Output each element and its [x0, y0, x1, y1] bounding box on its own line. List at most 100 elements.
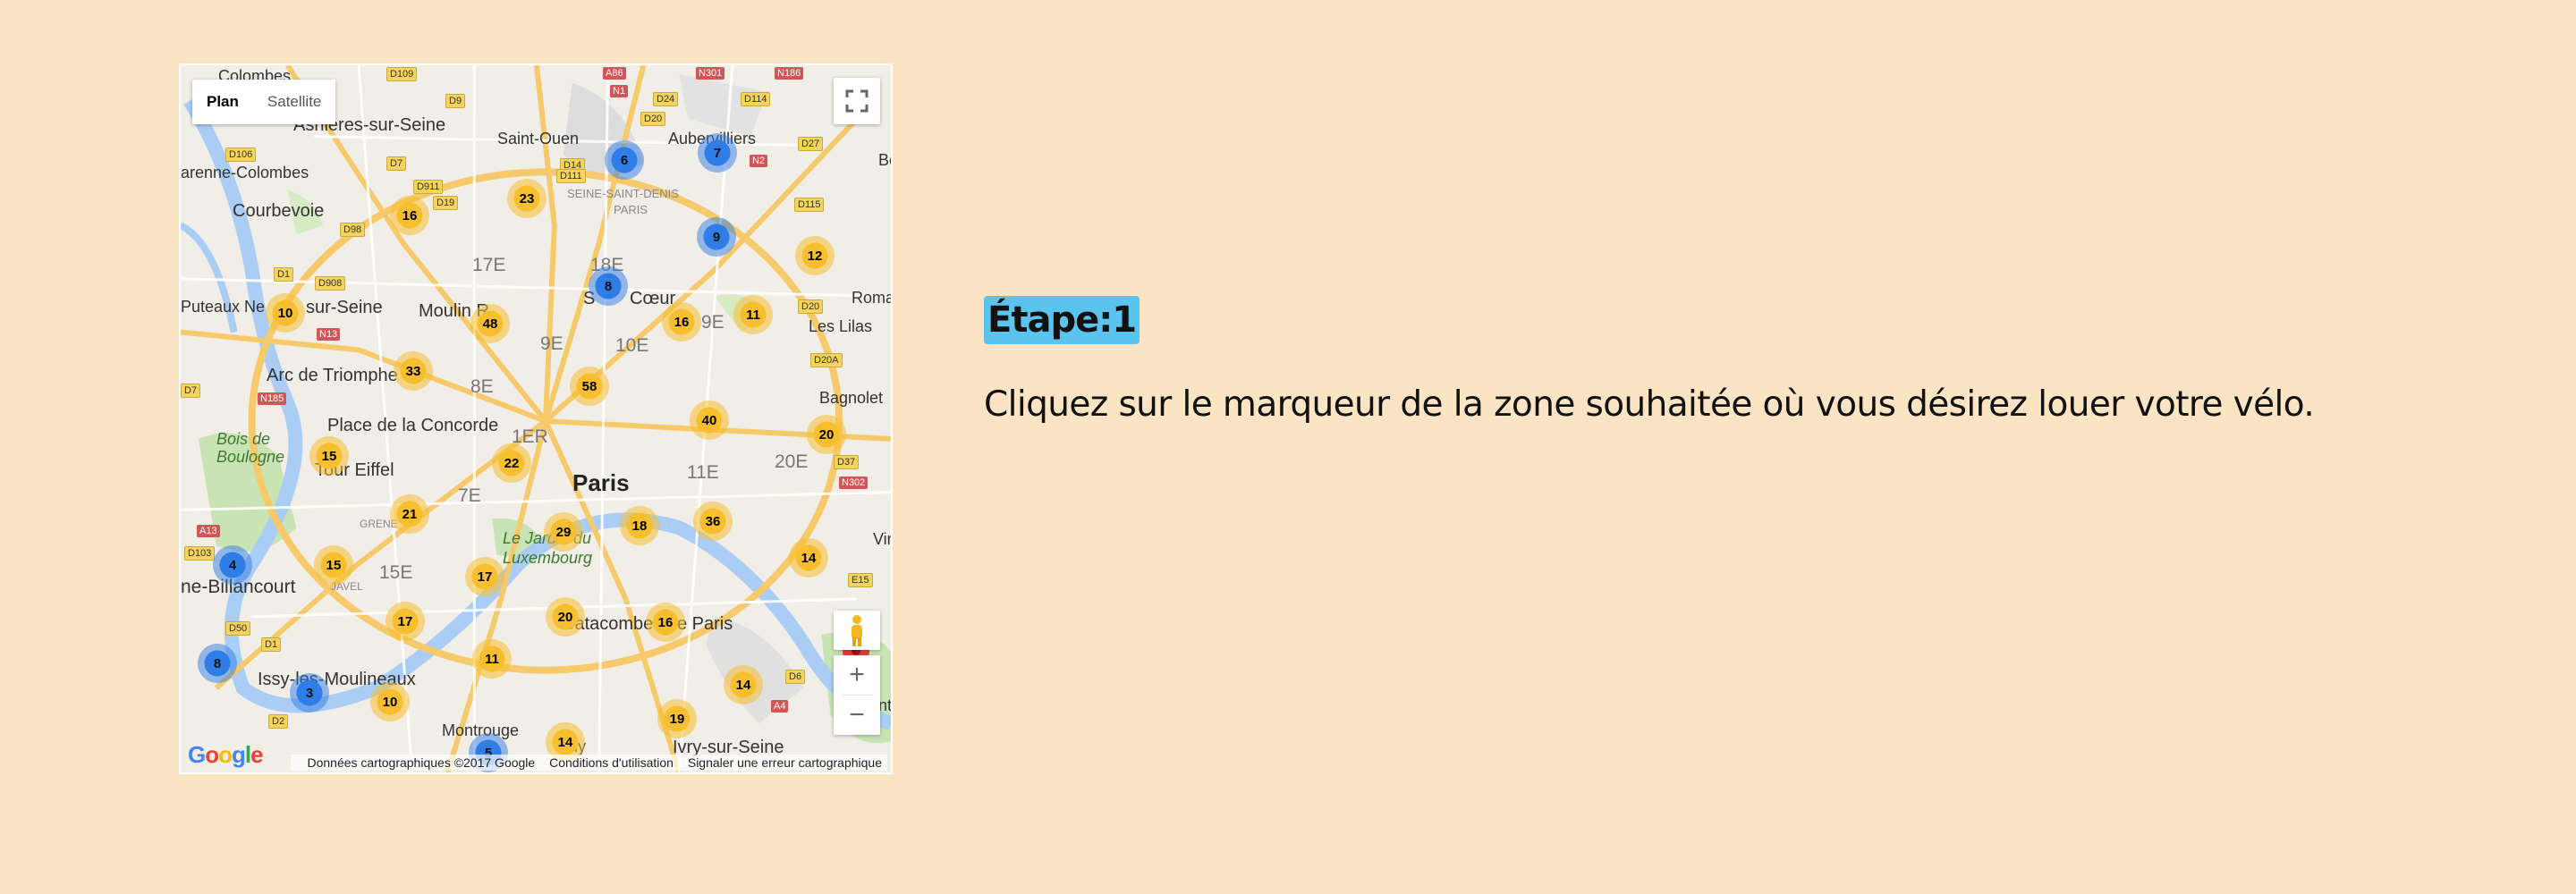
cluster-marker[interactable]: 21 [390, 494, 429, 534]
place-8e: 8E [470, 376, 494, 397]
cluster-marker[interactable]: 29 [544, 512, 583, 552]
road-label: D27 [798, 137, 824, 151]
fullscreen-icon [845, 89, 869, 113]
cluster-marker[interactable]: 8 [198, 644, 237, 683]
map-type-satellite-button[interactable]: Satellite [253, 80, 335, 124]
road-label: D1 [261, 637, 282, 652]
cluster-marker[interactable]: 17 [386, 602, 425, 641]
road-label: N1 [610, 85, 629, 97]
cluster-marker[interactable]: 9 [697, 217, 736, 257]
road-label: N302 [839, 477, 869, 489]
road-label: D103 [184, 546, 216, 561]
road-label: D1 [274, 267, 294, 282]
place-10e: 10E [615, 335, 649, 356]
place-romainville: Roma [852, 289, 893, 307]
road-label: A86 [603, 67, 626, 80]
cluster-marker[interactable]: 22 [492, 443, 531, 483]
road-label: D9 [445, 94, 466, 108]
cluster-marker[interactable]: 11 [733, 295, 773, 334]
place-7e: 7E [458, 485, 481, 506]
street-view-button[interactable] [834, 611, 880, 650]
road-label: D7 [386, 156, 407, 171]
cluster-marker[interactable]: 17 [465, 557, 504, 596]
place-concorde: Place de la Concorde [327, 416, 499, 435]
cluster-marker[interactable]: 15 [314, 545, 353, 585]
cluster-marker[interactable]: 7 [698, 133, 737, 173]
place-20e: 20E [775, 451, 809, 472]
cluster-marker[interactable]: 11 [472, 639, 512, 679]
road-label: D6 [785, 670, 806, 684]
cluster-marker[interactable]: 16 [646, 603, 685, 642]
road-label: D114 [741, 92, 771, 106]
road-label: D24 [653, 92, 679, 106]
road-label: D911 [413, 180, 444, 194]
cluster-marker[interactable]: 16 [390, 196, 429, 235]
road-label: D106 [225, 148, 257, 162]
place-paris-dept: PARIS [614, 203, 648, 216]
cluster-marker[interactable]: 58 [570, 367, 609, 406]
map-type-control: Plan Satellite [192, 80, 336, 124]
cluster-marker[interactable]: 10 [370, 682, 410, 721]
cluster-map[interactable]: Colombes Asnières-sur-Seine Saint-Ouen A… [179, 63, 893, 774]
road-label: A4 [771, 700, 789, 713]
cluster-marker[interactable]: 33 [394, 351, 433, 391]
cluster-marker[interactable]: 3 [290, 673, 329, 713]
road-label: D20 [640, 112, 666, 126]
report-error-link[interactable]: Signaler une erreur cartographique [688, 755, 882, 770]
place-courbevoie: Courbevoie [233, 201, 325, 221]
zoom-out-button[interactable]: − [834, 696, 880, 735]
place-11e: 11E [687, 462, 719, 483]
road-label: A13 [197, 525, 220, 537]
cluster-marker[interactable]: 16 [662, 302, 701, 342]
zoom-in-button[interactable]: + [834, 655, 880, 695]
place-puteaux: Puteaux Ne [181, 298, 266, 316]
road-label: D37 [834, 455, 860, 469]
cluster-marker[interactable]: 48 [470, 304, 510, 343]
place-paris: Paris [572, 469, 630, 496]
google-logo: Google [188, 741, 264, 768]
place-arc: Arc de Triomphe [267, 366, 398, 385]
cluster-marker[interactable]: 19 [657, 699, 697, 738]
cluster-marker[interactable]: 15 [309, 436, 349, 476]
zoom-control: + − [834, 655, 880, 735]
road-label: D50 [225, 621, 251, 636]
cluster-marker[interactable]: 4 [213, 545, 252, 585]
road-label: D2 [268, 714, 289, 729]
map-type-plan-button[interactable]: Plan [192, 80, 253, 124]
place-garenne: arenne-Colombes [181, 164, 309, 181]
step-title: Étape:1 [984, 296, 1140, 344]
place-9e: 9E [540, 333, 564, 354]
cluster-marker[interactable]: 10 [266, 293, 305, 333]
road-label: D20A [810, 353, 843, 367]
cluster-marker[interactable]: 14 [789, 538, 828, 578]
cluster-marker[interactable]: 36 [693, 502, 733, 541]
road-label: D7 [181, 384, 201, 398]
cluster-marker[interactable]: 18 [620, 506, 659, 545]
place-15e: 15E [379, 562, 413, 583]
step-instruction: Cliquez sur le marqueur de la zone souha… [984, 384, 2315, 425]
road-label: D20 [798, 299, 824, 314]
road-label: D111 [556, 169, 586, 183]
road-label: E15 [848, 573, 873, 587]
terms-link[interactable]: Conditions d'utilisation [549, 755, 674, 770]
road-label: N185 [258, 392, 287, 405]
cluster-marker[interactable]: 23 [507, 179, 547, 218]
cluster-marker[interactable]: 14 [724, 665, 763, 704]
road-label: D115 [794, 198, 825, 212]
place-sur-seine: sur-Seine [306, 298, 383, 317]
cluster-marker[interactable]: 40 [690, 401, 729, 440]
cluster-marker[interactable]: 8 [589, 266, 628, 306]
road-label: D98 [340, 223, 366, 237]
place-bagnolet: Bagnolet [819, 389, 884, 407]
road-label: N301 [696, 67, 725, 80]
place-vin: Vin [873, 530, 891, 548]
place-lilas: Les Lilas [809, 317, 873, 335]
fullscreen-button[interactable] [834, 78, 880, 124]
road-label: D908 [315, 276, 346, 291]
place-19e: 9E [701, 312, 724, 333]
cluster-marker[interactable]: 20 [807, 415, 846, 454]
cluster-marker[interactable]: 12 [795, 236, 835, 275]
cluster-marker[interactable]: 20 [546, 597, 585, 637]
place-17e: 17E [472, 255, 506, 275]
cluster-marker[interactable]: 6 [605, 140, 644, 180]
